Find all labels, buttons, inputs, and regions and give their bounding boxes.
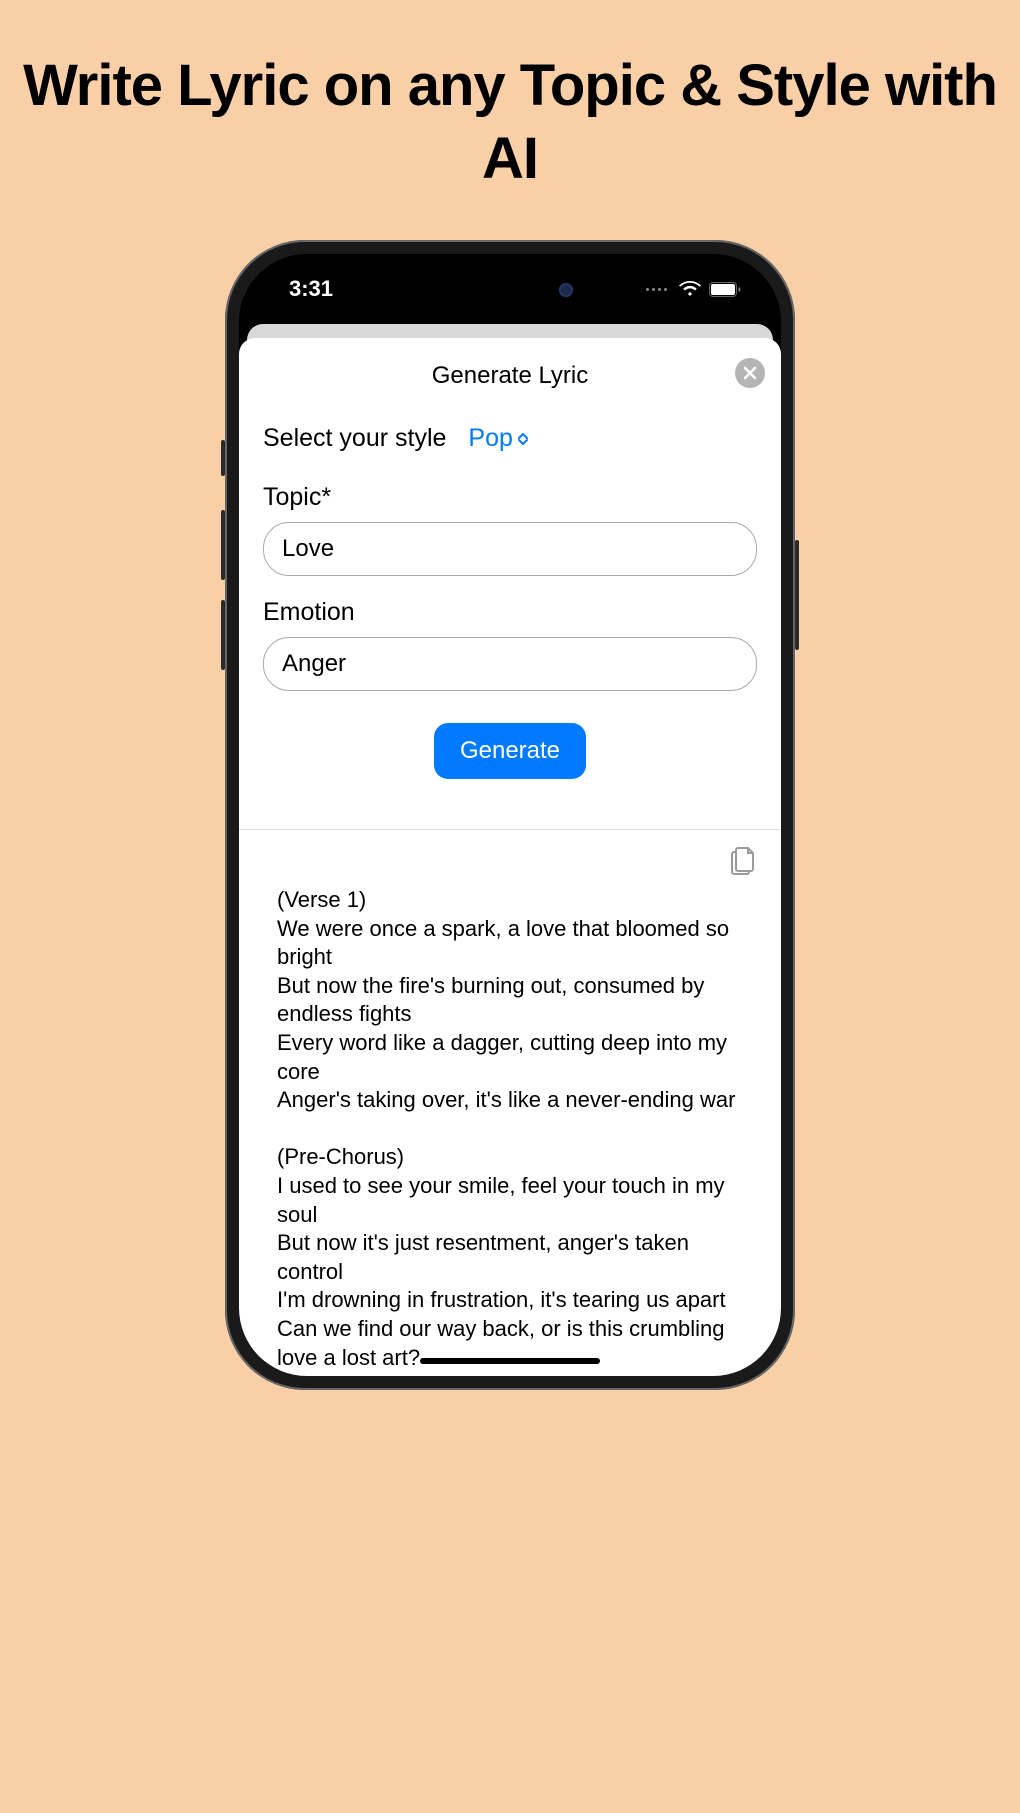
sheet-title: Generate Lyric (432, 362, 589, 390)
phone-frame: 3:31 Generate Lyric Sele (225, 240, 795, 1390)
topic-label: Topic* (263, 483, 757, 512)
style-row: Select your style Pop (263, 424, 757, 453)
style-picker-value: Pop (468, 424, 512, 453)
battery-icon (709, 282, 741, 297)
style-label: Select your style (263, 424, 446, 453)
select-arrows-icon (517, 433, 529, 445)
phone-side-button (221, 440, 225, 476)
copy-row (263, 830, 757, 880)
lyrics-output: (Verse 1) We were once a spark, a love t… (263, 880, 757, 1372)
status-time: 3:31 (289, 276, 333, 302)
sheet-header: Generate Lyric (239, 338, 781, 424)
style-picker[interactable]: Pop (468, 424, 528, 453)
modal-sheet: Generate Lyric Select your style Pop (239, 338, 781, 1376)
generate-button[interactable]: Generate (434, 723, 586, 779)
phone-screen: 3:31 Generate Lyric Sele (239, 254, 781, 1376)
close-icon (743, 366, 757, 380)
phone-side-button (221, 600, 225, 670)
dynamic-island (435, 270, 585, 310)
phone-side-button (795, 540, 799, 650)
phone-side-button (221, 510, 225, 580)
wifi-icon (679, 281, 701, 297)
close-button[interactable] (735, 358, 765, 388)
emotion-label: Emotion (263, 598, 757, 627)
copy-button[interactable] (729, 844, 757, 876)
copy-icon (729, 844, 757, 876)
status-icons (646, 281, 741, 297)
marketing-headline: Write Lyric on any Topic & Style with AI (0, 50, 1020, 195)
cellular-dots-icon (646, 288, 667, 291)
camera-dot (559, 283, 573, 297)
home-indicator[interactable] (420, 1358, 600, 1364)
emotion-input[interactable] (263, 637, 757, 691)
topic-input[interactable] (263, 522, 757, 576)
form-content: Select your style Pop Topic* Emotion Gen… (239, 424, 781, 1372)
